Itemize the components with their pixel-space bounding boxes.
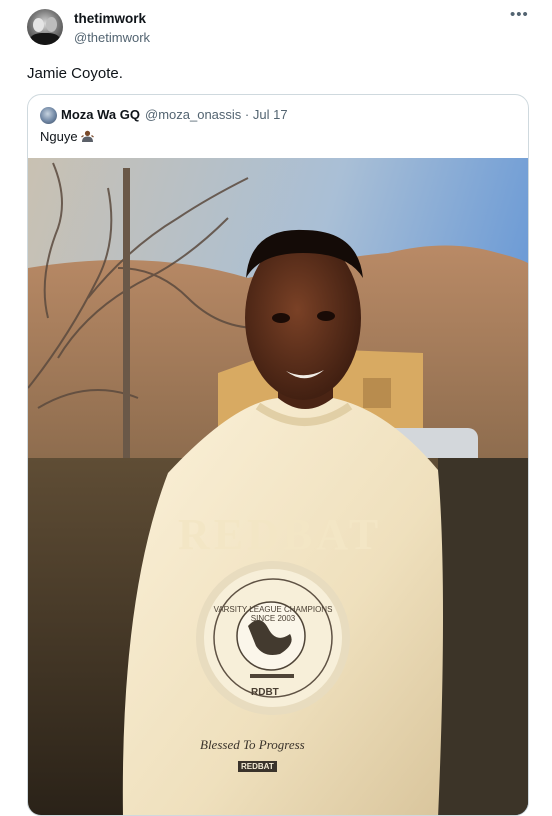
tweet-text: Jamie Coyote. bbox=[27, 65, 123, 82]
sweatshirt-word: REDBAT bbox=[178, 510, 383, 559]
author-display-name[interactable]: thetimwork bbox=[74, 11, 146, 26]
quoted-tweet-text-row: Nguye bbox=[40, 129, 94, 144]
author-avatar[interactable] bbox=[27, 9, 63, 45]
quoted-author-meta: @moza_onassis · Jul 17 bbox=[145, 107, 288, 122]
small-tag: REDBAT bbox=[238, 761, 277, 772]
quoted-tweet-photo[interactable] bbox=[28, 158, 528, 815]
quoted-tweet[interactable]: Moza Wa GQ @moza_onassis · Jul 17 Nguye bbox=[27, 94, 529, 816]
portrait-photo bbox=[28, 158, 528, 815]
script-text: Blessed To Progress bbox=[200, 737, 305, 752]
quoted-author-avatar[interactable] bbox=[40, 107, 57, 124]
quoted-author-handle[interactable]: @moza_onassis bbox=[145, 107, 241, 122]
crest-ring-text: VARSITY LEAGUE CHAMPIONS SINCE 2003 bbox=[213, 605, 333, 623]
author-handle[interactable]: @thetimwork bbox=[74, 30, 150, 45]
quoted-author-display-name[interactable]: Moza Wa GQ bbox=[61, 107, 140, 122]
quoted-tweet-date[interactable]: Jul 17 bbox=[253, 107, 288, 122]
quoted-tweet-text: Nguye bbox=[40, 129, 78, 144]
meta-separator: · bbox=[244, 107, 250, 122]
crest-bottom-text: RDBT bbox=[251, 687, 279, 698]
more-horizontal-icon[interactable]: ••• bbox=[510, 6, 529, 23]
tweet[interactable]: thetimwork @thetimwork ••• Jamie Coyote.… bbox=[0, 0, 552, 816]
person-shrugging-emoji-icon bbox=[80, 130, 94, 142]
